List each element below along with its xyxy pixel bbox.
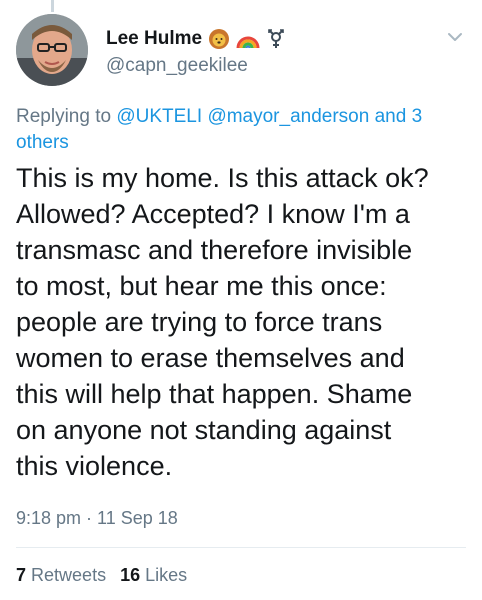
tweet-line: this violence. bbox=[16, 451, 173, 481]
mention-others[interactable]: others bbox=[16, 132, 69, 153]
mention-mayor-anderson[interactable]: @mayor_anderson bbox=[207, 106, 369, 127]
retweets-count: 7 bbox=[16, 565, 27, 585]
tweet-line: this will help that happen. Shame bbox=[16, 379, 413, 409]
divider bbox=[16, 547, 466, 548]
retweets-stat[interactable]: 7 Retweets bbox=[16, 565, 106, 585]
likes-stat[interactable]: 16 Likes bbox=[120, 565, 187, 585]
author-name-row[interactable]: Lee Hulme bbox=[106, 28, 286, 50]
tweet-line: This is my home. Is this attack ok? bbox=[16, 163, 429, 193]
retweets-label: Retweets bbox=[31, 565, 107, 585]
tweet-line: transmasc and therefore invisible bbox=[16, 235, 413, 265]
lion-face-icon bbox=[208, 28, 230, 50]
replying-to: Replying to @UKTELI @mayor_anderson and … bbox=[16, 104, 456, 156]
likes-label: Likes bbox=[145, 565, 188, 585]
mention-ukteli[interactable]: @UKTELI bbox=[116, 106, 202, 127]
author-display-name[interactable]: Lee Hulme bbox=[106, 28, 202, 50]
thread-connector-line bbox=[51, 0, 54, 12]
likes-count: 16 bbox=[120, 565, 141, 585]
rainbow-icon bbox=[236, 28, 260, 50]
transgender-symbol-icon bbox=[266, 28, 286, 50]
tweet-stats: 7 Retweets 16 Likes bbox=[16, 565, 187, 586]
tweet-line: women to erase themselves and bbox=[16, 343, 405, 373]
tweet-timestamp[interactable]: 9:18 pm · 11 Sep 18 bbox=[16, 508, 178, 529]
tweet-line: to most, but hear me this once: bbox=[16, 271, 387, 301]
tweet-line: people are trying to force trans bbox=[16, 307, 383, 337]
tweet-text: This is my home. Is this attack ok? Allo… bbox=[16, 160, 476, 484]
tweet-line: on anyone not standing against bbox=[16, 415, 392, 445]
replying-to-label: Replying to bbox=[16, 106, 112, 127]
author-handle[interactable]: @capn_geekilee bbox=[106, 55, 248, 77]
tweet-line: Allowed? Accepted? I know I'm a bbox=[16, 199, 410, 229]
chevron-down-icon[interactable] bbox=[444, 26, 466, 48]
mention-others-count[interactable]: and 3 bbox=[375, 106, 423, 127]
avatar[interactable] bbox=[16, 14, 88, 86]
